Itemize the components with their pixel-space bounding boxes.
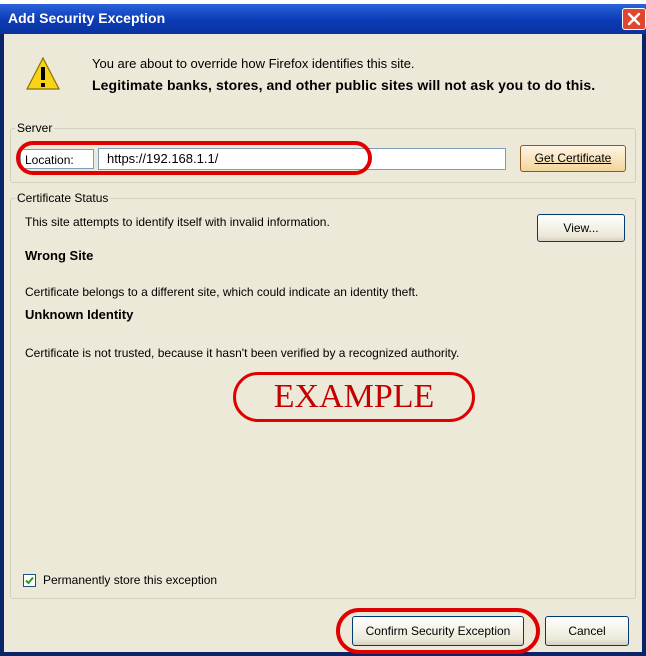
warning-icon	[26, 56, 60, 90]
get-certificate-button[interactable]: Get Certificate	[520, 145, 626, 172]
dialog-title: Add Security Exception	[8, 10, 166, 26]
confirm-security-exception-button[interactable]: Confirm Security Exception	[352, 616, 524, 646]
permanent-store-label[interactable]: Permanently store this exception	[43, 573, 217, 587]
get-certificate-label: Get Certificate	[534, 151, 612, 165]
example-watermark: EXAMPLE	[233, 372, 475, 422]
certificate-status-legend: Certificate Status	[17, 191, 109, 205]
location-input[interactable]: https://192.168.1.1/	[98, 148, 506, 170]
cancel-button-label: Cancel	[568, 624, 606, 638]
checkmark-icon	[25, 576, 34, 585]
title-bar[interactable]: Add Security Exception	[0, 4, 646, 34]
wrong-site-text: Certificate belongs to a different site,…	[25, 285, 419, 299]
cancel-button[interactable]: Cancel	[545, 616, 629, 646]
add-security-exception-dialog: Add Security Exception You are about to …	[0, 4, 646, 656]
certificate-summary: This site attempts to identify itself wi…	[25, 215, 330, 229]
intro-line-1: You are about to override how Firefox id…	[92, 56, 415, 71]
intro-line-2: Legitimate banks, stores, and other publ…	[92, 77, 596, 93]
permanent-store-checkbox[interactable]	[23, 574, 36, 587]
intro-message: You are about to override how Firefox id…	[92, 56, 595, 93]
unknown-identity-text: Certificate is not trusted, because it h…	[25, 346, 460, 360]
location-label: Location:	[20, 149, 94, 169]
close-icon	[627, 12, 641, 26]
confirm-button-label: Confirm Security Exception	[365, 624, 511, 638]
unknown-identity-heading: Unknown Identity	[25, 307, 134, 322]
view-button[interactable]: View...	[537, 214, 625, 242]
view-button-label: View...	[563, 221, 599, 235]
server-legend: Server	[17, 121, 53, 135]
close-button[interactable]	[622, 8, 646, 30]
wrong-site-heading: Wrong Site	[25, 248, 94, 263]
dialog-body: You are about to override how Firefox id…	[4, 34, 642, 654]
